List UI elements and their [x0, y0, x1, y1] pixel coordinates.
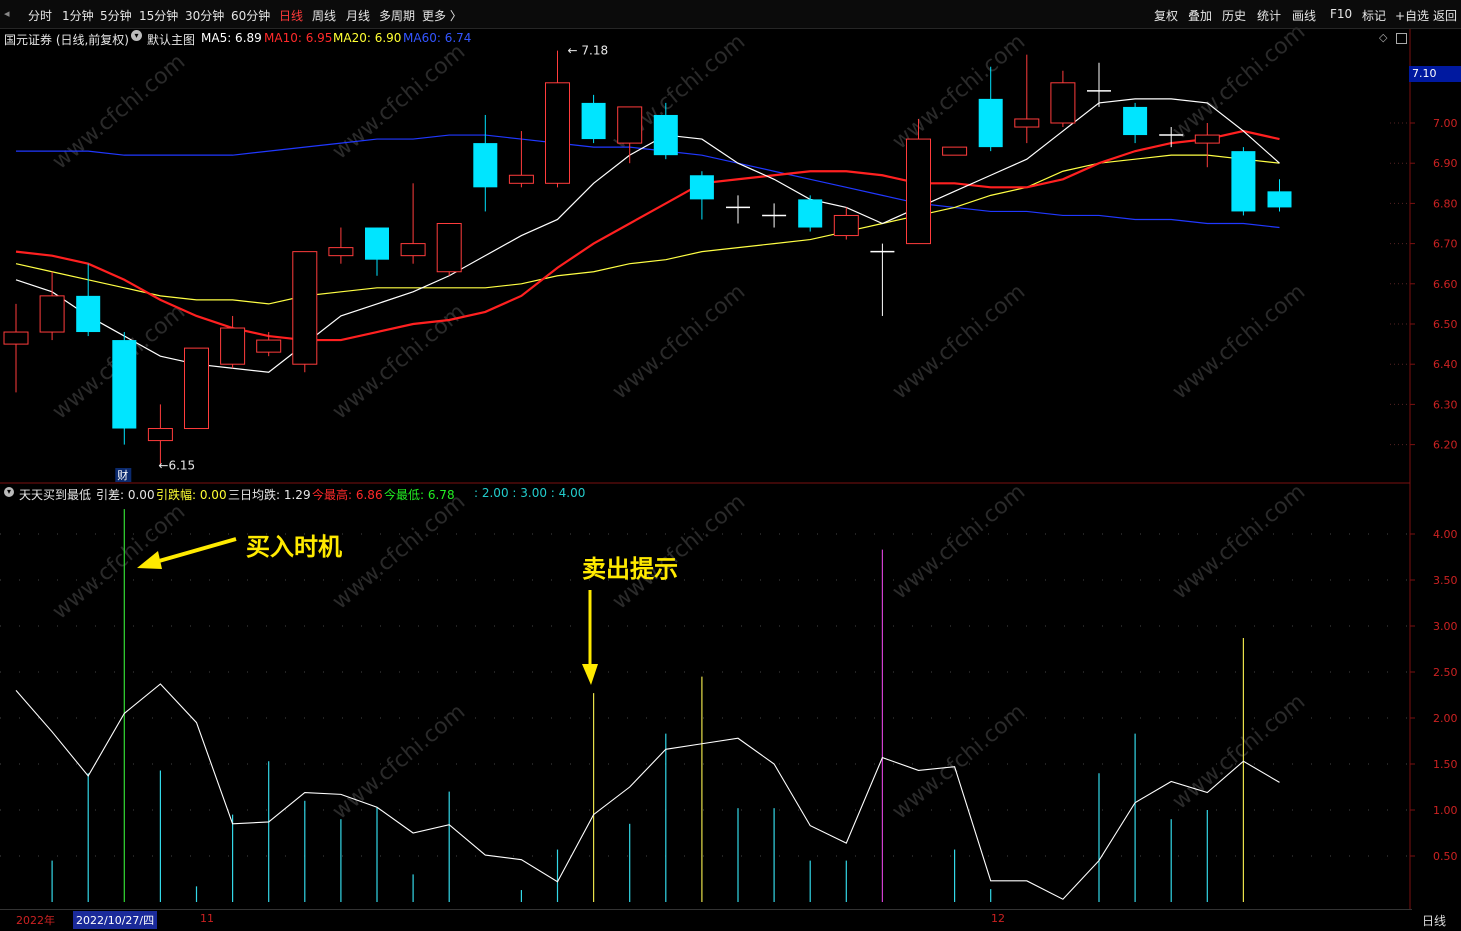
candle-body-up — [617, 106, 643, 144]
candle-body-up — [1194, 134, 1220, 144]
yin-die-fu-label: 引跌幅: 0.00 — [156, 488, 227, 502]
month-12-label: 12 — [991, 912, 1005, 925]
today-high-label: 今最高: 6.86 — [312, 488, 383, 502]
candle-body-up — [1014, 118, 1040, 128]
candle-body-up — [400, 243, 426, 257]
watermark: www.cfchi.com — [1168, 279, 1310, 404]
candle-body-down — [1123, 106, 1148, 136]
buy-arrow-shaft — [151, 537, 237, 565]
candle-body-up — [3, 331, 29, 345]
watermark: www.cfchi.com — [328, 489, 470, 614]
watermark: www.cfchi.com — [48, 49, 190, 174]
watermark: www.cfchi.com — [888, 29, 1030, 154]
candle-body-up — [328, 247, 354, 257]
ma10-label: MA10: 6.95 — [264, 31, 333, 45]
candle-body-up — [545, 82, 570, 184]
period-label[interactable]: 日线 — [1422, 912, 1446, 929]
sub-tick-label: 1.00 — [1433, 804, 1458, 817]
ma5-line — [15, 98, 1280, 373]
candle-body-down — [76, 295, 101, 333]
candle-body-up — [1050, 82, 1076, 124]
price-tick-label: 6.40 — [1433, 358, 1458, 371]
candle-body-up — [147, 428, 173, 442]
san-ri-jun-die-label: 三日均跌: 1.29 — [228, 488, 311, 502]
watermark: www.cfchi.com — [608, 279, 750, 404]
candle-body-down — [1231, 151, 1256, 212]
window-toggle-icon[interactable] — [1396, 33, 1407, 44]
yin-cha-label: 引差: 0.00 — [96, 488, 155, 502]
level-values-label: : 2.00 : 3.00 : 4.00 — [474, 486, 586, 500]
diamond-icon[interactable]: ◇ — [1379, 31, 1387, 44]
candle-body-down — [978, 98, 1003, 148]
candle-body-up — [256, 339, 282, 353]
price-tick-label: 6.90 — [1433, 157, 1458, 170]
template-name[interactable]: 默认主图 — [147, 31, 195, 48]
sub-tick-label: 2.50 — [1433, 666, 1458, 679]
candle-body-up — [436, 223, 462, 273]
watermark: www.cfchi.com — [888, 279, 1030, 404]
price-tick-label: 7.00 — [1433, 117, 1458, 130]
candle-body-down — [365, 227, 389, 260]
ma20-line — [15, 154, 1280, 305]
indicator-toggle-icon[interactable]: ▾ — [4, 487, 14, 497]
candle-body-up — [220, 327, 246, 365]
watermark: www.cfchi.com — [48, 499, 190, 624]
candle-body-up — [184, 347, 209, 430]
candle-body-up — [833, 214, 859, 237]
watermark: www.cfchi.com — [328, 39, 470, 164]
sub-tick-label: 3.00 — [1433, 620, 1458, 633]
dropdown-circle-icon[interactable]: ▾ — [131, 30, 142, 41]
year-label: 2022年 — [16, 914, 55, 927]
candle-body-up — [292, 251, 318, 365]
sub-tick-label: 1.50 — [1433, 758, 1458, 771]
selected-date: 2022/10/27/四 — [73, 911, 158, 929]
indicator-line — [15, 683, 1280, 900]
date-axis[interactable]: 2022年 2022/10/27/四 11 12 — [0, 909, 1412, 931]
candle-body-up — [39, 295, 65, 333]
ma20-label: MA20: 6.90 — [333, 31, 402, 45]
candle-body-down — [653, 114, 678, 156]
ma60-label: MA60: 6.74 — [403, 31, 472, 45]
sub-tick-label: 2.00 — [1433, 712, 1458, 725]
sub-panel-info: ▾ 天天买到最低 引差: 0.00 引跌幅: 0.00 三日均跌: 1.29 今… — [0, 484, 1410, 503]
sell-arrow-head — [582, 664, 598, 685]
price-tick-label: 6.70 — [1433, 238, 1458, 251]
candle-body-down — [581, 102, 606, 140]
stock-title[interactable]: 国元证券 (日线,前复权) — [4, 31, 129, 48]
today-low-label: 今最低: 6.78 — [384, 488, 455, 502]
main-panel-info: 国元证券 (日线,前复权) ▾ 默认主图 MA5: 6.89 MA10: 6.9… — [0, 29, 1410, 47]
candle-body-down — [473, 143, 498, 188]
ma5-label: MA5: 6.89 — [201, 31, 262, 45]
kline-chart[interactable]: www.cfchi.com www.cfchi.com www.cfchi.com w… — [0, 0, 1461, 930]
sub-tick-label: 3.50 — [1433, 574, 1458, 587]
sub-tick-label: 0.50 — [1433, 850, 1458, 863]
candle-body-up — [906, 138, 931, 245]
price-tick-label: 6.30 — [1433, 398, 1458, 411]
watermark: www.cfchi.com — [888, 699, 1030, 824]
watermark: www.cfchi.com — [328, 299, 470, 424]
month-11-label: 11 — [200, 912, 214, 925]
buy-annotation: 买入时机 — [246, 533, 342, 561]
price-tick-label: 6.20 — [1433, 439, 1458, 452]
candle-body-down — [689, 175, 714, 200]
indicator-name[interactable]: 天天买到最低 — [19, 486, 91, 503]
price-tick-label: 6.80 — [1433, 197, 1458, 210]
candle-body-down — [798, 199, 823, 228]
candle-body-down — [1267, 191, 1292, 208]
candle-body-down — [112, 340, 137, 429]
candle-body-up — [508, 174, 534, 184]
sub-tick-label: 4.00 — [1433, 528, 1458, 541]
price-tick-label: 6.60 — [1433, 278, 1458, 291]
candle-body-up — [942, 146, 968, 156]
watermark: www.cfchi.com — [1168, 689, 1310, 814]
low-marker: ←6.15 — [158, 459, 195, 473]
price-tick-label: 6.50 — [1433, 318, 1458, 331]
sell-annotation: 卖出提示 — [582, 555, 678, 583]
finance-tag: 财 — [117, 468, 128, 482]
ma10-line — [15, 129, 1280, 342]
current-price-tag: 7.10 — [1409, 66, 1461, 82]
